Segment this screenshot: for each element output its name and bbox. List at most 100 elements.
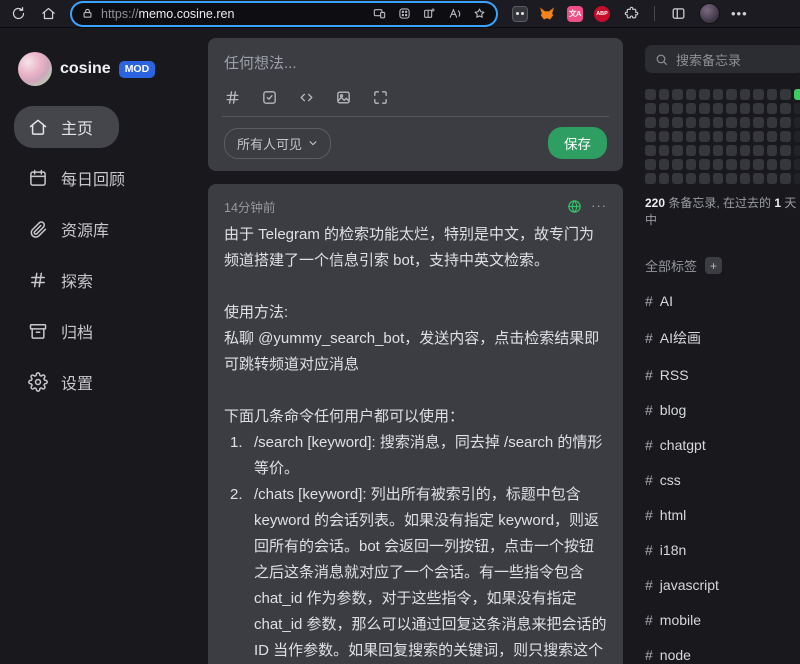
heatmap-cell[interactable]: [672, 131, 683, 142]
heatmap-cell[interactable]: [740, 131, 751, 142]
heatmap-cell[interactable]: [767, 131, 778, 142]
heatmap-cell[interactable]: [780, 173, 791, 184]
heatmap-cell[interactable]: [686, 117, 697, 128]
heatmap-cell[interactable]: [740, 159, 751, 170]
search-input[interactable]: 搜索备忘录: [645, 45, 800, 73]
visibility-select[interactable]: 所有人可见: [224, 128, 331, 159]
user-avatar[interactable]: [18, 52, 52, 86]
heatmap-cell[interactable]: [780, 89, 791, 100]
heatmap-cell[interactable]: [753, 131, 764, 142]
sidebar-item-settings[interactable]: 设置: [14, 361, 196, 403]
heatmap-cell[interactable]: [780, 159, 791, 170]
tag-item[interactable]: #blog: [645, 392, 800, 427]
heatmap-cell[interactable]: [659, 159, 670, 170]
heatmap-cell[interactable]: [686, 89, 697, 100]
heatmap-cell[interactable]: [686, 173, 697, 184]
heatmap-cell[interactable]: [645, 131, 656, 142]
heatmap-cell[interactable]: [713, 89, 724, 100]
heatmap-cell[interactable]: [740, 117, 751, 128]
heatmap-cell[interactable]: [767, 145, 778, 156]
heatmap-cell[interactable]: [780, 131, 791, 142]
heatmap-cell[interactable]: [645, 145, 656, 156]
heatmap-cell[interactable]: [713, 159, 724, 170]
translate-extension-icon[interactable]: 文A: [567, 6, 583, 22]
heatmap-cell[interactable]: [672, 103, 683, 114]
tag-item[interactable]: #mobile: [645, 602, 800, 637]
heatmap-cell[interactable]: [659, 117, 670, 128]
profile-row[interactable]: cosine MOD: [18, 52, 196, 86]
home-icon[interactable]: [38, 4, 58, 24]
url-bar[interactable]: https://memo.cosine.ren: [72, 3, 496, 25]
heatmap-cell[interactable]: [726, 117, 737, 128]
heatmap-cell[interactable]: [672, 117, 683, 128]
tag-item[interactable]: #node: [645, 637, 800, 664]
fullscreen-icon[interactable]: [372, 89, 389, 106]
heatmap-cell[interactable]: [780, 145, 791, 156]
workspaces-icon[interactable]: [398, 7, 411, 20]
heatmap-cell[interactable]: [740, 173, 751, 184]
image-icon[interactable]: [335, 89, 352, 106]
heatmap-cell[interactable]: [686, 131, 697, 142]
heatmap-cell[interactable]: [794, 117, 800, 128]
heatmap-cell[interactable]: [794, 173, 800, 184]
heatmap-cell[interactable]: [794, 89, 800, 100]
tag-item[interactable]: #AI: [645, 283, 800, 318]
heatmap-cell[interactable]: [794, 131, 800, 142]
heatmap-cell[interactable]: [753, 103, 764, 114]
heatmap-cell[interactable]: [699, 89, 710, 100]
heatmap-cell[interactable]: [753, 89, 764, 100]
add-tag-button[interactable]: +: [705, 257, 722, 274]
memo-editor[interactable]: 任何想法... 所有人可见 保存: [208, 38, 623, 171]
save-button[interactable]: 保存: [548, 127, 607, 159]
heatmap-cell[interactable]: [686, 159, 697, 170]
heatmap-cell[interactable]: [713, 131, 724, 142]
heatmap-cell[interactable]: [794, 159, 800, 170]
heatmap-cell[interactable]: [672, 145, 683, 156]
heatmap-cell[interactable]: [726, 145, 737, 156]
browser-menu-icon[interactable]: •••: [731, 7, 748, 20]
heatmap-cell[interactable]: [686, 145, 697, 156]
heatmap-cell[interactable]: [659, 173, 670, 184]
heatmap-cell[interactable]: [645, 173, 656, 184]
tag-item[interactable]: #i18n: [645, 532, 800, 567]
heatmap-cell[interactable]: [726, 173, 737, 184]
extension-icon[interactable]: [512, 6, 528, 22]
tag-item[interactable]: #html: [645, 497, 800, 532]
heatmap-cell[interactable]: [686, 103, 697, 114]
code-icon[interactable]: [298, 89, 315, 106]
heatmap-cell[interactable]: [753, 159, 764, 170]
sidebar-item-daily-review[interactable]: 每日回顾: [14, 157, 196, 199]
heatmap-cell[interactable]: [659, 131, 670, 142]
heatmap-cell[interactable]: [699, 173, 710, 184]
heatmap-cell[interactable]: [713, 173, 724, 184]
heatmap-cell[interactable]: [726, 89, 737, 100]
heatmap-cell[interactable]: [699, 117, 710, 128]
heatmap-cell[interactable]: [767, 159, 778, 170]
heatmap-cell[interactable]: [753, 145, 764, 156]
sidebar-item-explore[interactable]: 探索: [14, 259, 196, 301]
heatmap-cell[interactable]: [753, 173, 764, 184]
heatmap-cell[interactable]: [659, 145, 670, 156]
heatmap-cell[interactable]: [672, 173, 683, 184]
heatmap-cell[interactable]: [645, 117, 656, 128]
sidebar-item-home[interactable]: 主页: [14, 106, 119, 148]
heatmap-cell[interactable]: [713, 145, 724, 156]
heatmap-cell[interactable]: [753, 117, 764, 128]
tag-item[interactable]: #RSS: [645, 357, 800, 392]
tag-item[interactable]: #javascript: [645, 567, 800, 602]
task-checkbox-icon[interactable]: [261, 89, 278, 106]
tag-icon[interactable]: [224, 89, 241, 106]
heatmap-cell[interactable]: [780, 117, 791, 128]
heatmap-cell[interactable]: [740, 103, 751, 114]
heatmap-cell[interactable]: [645, 89, 656, 100]
tag-item[interactable]: #AI绘画: [645, 318, 800, 357]
split-view-icon[interactable]: [423, 7, 436, 20]
bookmark-star-icon[interactable]: [473, 7, 486, 20]
adblock-extension-icon[interactable]: ABP: [594, 6, 610, 22]
heatmap-cell[interactable]: [726, 103, 737, 114]
heatmap-cell[interactable]: [672, 159, 683, 170]
reload-icon[interactable]: [8, 4, 28, 24]
heatmap-cell[interactable]: [767, 173, 778, 184]
heatmap-cell[interactable]: [699, 159, 710, 170]
heatmap-cell[interactable]: [659, 89, 670, 100]
